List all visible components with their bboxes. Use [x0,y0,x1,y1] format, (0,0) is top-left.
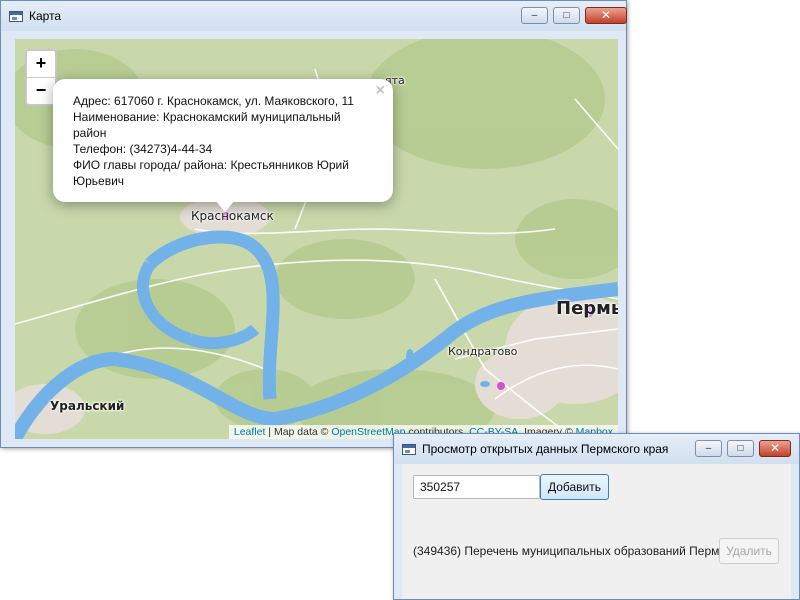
data-window-title: Просмотр открытых данных Пермского края [422,442,669,456]
popup-tip [215,200,235,212]
data-window-titlebar[interactable]: Просмотр открытых данных Пермского края … [394,434,799,464]
popup-content: Адрес: 617060 г. Краснокамск, ул. Маяков… [73,93,368,189]
maximize-button[interactable]: □ [727,440,754,457]
map-window-title: Карта [29,9,62,23]
popup-head: ФИО главы города/ района: Крестьянников … [73,158,349,188]
data-viewer-window: Просмотр открытых данных Пермского края … [393,433,800,600]
zoom-in-button[interactable]: + [27,51,55,77]
zoom-out-button[interactable]: − [27,77,55,104]
info-popup: × Адрес: 617060 г. Краснокамск, ул. Маяк… [53,79,393,202]
popup-address: Адрес: 617060 г. Краснокамск, ул. Маяков… [73,94,354,108]
popup-close-button[interactable]: × [376,82,385,100]
map-view[interactable]: Краснокамск Пермь Кондратово Уральский я… [15,39,618,439]
map-window: Карта – □ ✕ Краснокамск Пермь Кондратово… [0,0,627,448]
data-window-client: Добавить (349436) Перечень муниципальных… [402,464,791,599]
close-button[interactable]: ✕ [585,7,627,24]
label-uralsky: Уральский [50,399,125,413]
dataset-id-input[interactable] [413,475,540,499]
maximize-button[interactable]: □ [553,7,580,24]
map-window-titlebar[interactable]: Карта – □ ✕ [1,1,627,31]
close-button[interactable]: ✕ [759,440,791,457]
window-app-icon [402,444,416,455]
popup-name: Наименование: Краснокамский муниципальны… [73,110,341,140]
window-app-icon [9,11,23,22]
dataset-list-item[interactable]: (349436) Перечень муниципальных образова… [413,544,719,558]
leaflet-link[interactable]: Leaflet [234,426,266,438]
label-kondratovo: Кондратово [448,345,518,358]
popup-phone: Телефон: (34273)4-44-34 [73,142,213,156]
delete-button[interactable]: Удалить [719,538,779,564]
minimize-button[interactable]: – [521,7,548,24]
minimize-button[interactable]: – [695,440,722,457]
add-button[interactable]: Добавить [540,474,609,500]
label-perm: Пермь [556,298,618,319]
